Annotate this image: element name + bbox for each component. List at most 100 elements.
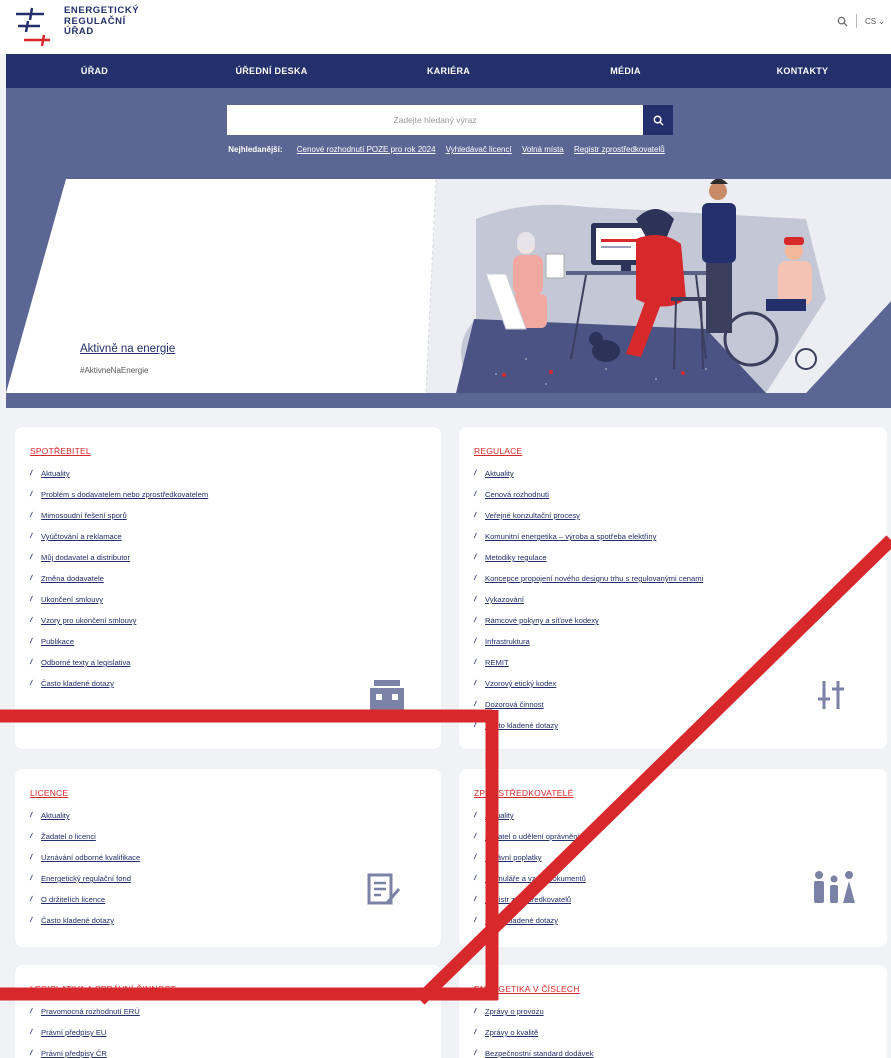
nav-item-media[interactable]: MÉDIA [537, 54, 714, 88]
list-item[interactable]: / Registr zprostředkovatelů [473, 889, 586, 910]
link-text: Změna dodavatele [41, 574, 104, 583]
list-item[interactable]: / Komunitní energetika – výroba a spotřeb… [473, 526, 703, 547]
hero-illustration [6, 179, 891, 393]
nav-item-kariera[interactable]: KARIÉRA [360, 54, 537, 88]
list-item[interactable]: / Veřejné konzultační procesy [473, 505, 703, 526]
bullet-icon: / [29, 854, 33, 861]
list-item[interactable]: / Metodiky regulace [473, 547, 703, 568]
hero-title[interactable]: Aktivně na energie [80, 343, 175, 355]
card-link-list: / Aktuality / Cenová rozhodnutí / Veřejné k… [473, 463, 703, 736]
list-item[interactable]: / Pravomocná rozhodnutí ERÚ [29, 1001, 140, 1022]
list-item[interactable]: / Často kladené dotazy [473, 715, 703, 736]
link-text: Zprávy o provozu [485, 1007, 544, 1016]
list-item[interactable]: / Zprávy o kvalitě [473, 1022, 594, 1043]
popular-link[interactable]: Cenové rozhodnutí POZE pro rok 2024 [297, 145, 436, 154]
bullet-icon: / [29, 1050, 33, 1057]
link-text: Veřejné konzultační procesy [485, 511, 580, 520]
search-input[interactable] [227, 105, 643, 135]
language-switcher[interactable]: CS ⌄ [865, 17, 885, 26]
bullet-icon: / [473, 854, 477, 861]
link-text: Aktuality [41, 811, 70, 820]
card-title[interactable]: ENERGETIKA V ČÍSLECH [474, 984, 580, 994]
search-icon[interactable] [837, 16, 848, 27]
list-item[interactable]: / Rámcové pokyny a síťové kodexy [473, 610, 703, 631]
site-logo[interactable]: ENERGETICKÝ REGULAČNÍ ÚŘAD [14, 5, 139, 46]
card-link-list: / Zprávy o provozu / Zprávy o kvalitě / Bez… [473, 1001, 594, 1058]
list-item[interactable]: / Žadatel o licenci [29, 826, 140, 847]
link-text: Aktuality [41, 469, 70, 478]
link-text: Odborné texty a legislativa [41, 658, 131, 667]
popular-link[interactable]: Registr zprostředkovatelů [574, 145, 665, 154]
list-item[interactable]: / Odborné texty a legislativa [29, 652, 208, 673]
list-item[interactable]: / Právní předpisy ČR [29, 1043, 140, 1058]
popular-label: Nejhledanější: [228, 145, 283, 154]
link-text: Aktuality [485, 469, 514, 478]
card-title[interactable]: REGULACE [474, 446, 522, 456]
nav-item-urad[interactable]: ÚŘAD [6, 54, 183, 88]
list-item[interactable]: / Infrastruktura [473, 631, 703, 652]
list-item[interactable]: / Často kladené dotazy [29, 910, 140, 931]
list-item[interactable]: / Aktuality [29, 805, 140, 826]
list-item[interactable]: / Koncepce propojení nového designu trhu … [473, 568, 703, 589]
list-item[interactable]: / Často kladené dotazy [29, 673, 208, 694]
list-item[interactable]: / Cenová rozhodnutí [473, 484, 703, 505]
eru-logo-icon [16, 7, 50, 46]
list-item[interactable]: / Publikace [29, 631, 208, 652]
bullet-icon: / [29, 659, 33, 666]
search-band: Nejhledanější: Cenové rozhodnutí POZE pr… [6, 88, 891, 408]
list-item[interactable]: / Často kladené dotazy [473, 910, 586, 931]
bullet-icon: / [29, 638, 33, 645]
bullet-icon: / [29, 875, 33, 882]
list-item[interactable]: / Aktuality [29, 463, 208, 484]
list-item[interactable]: / Vyúčtování a reklamace [29, 526, 208, 547]
list-item[interactable]: / Právní předpisy EU [29, 1022, 140, 1043]
link-text: Cenová rozhodnutí [485, 490, 550, 499]
popular-link[interactable]: Vyhledávač licencí [446, 145, 512, 154]
link-text: Často kladené dotazy [485, 721, 559, 730]
search-button[interactable] [643, 105, 673, 135]
list-item[interactable]: / Bezpečnostní standard dodávek [473, 1043, 593, 1058]
link-text: Pravomocná rozhodnutí ERÚ [41, 1007, 140, 1016]
chevron-down-icon: ⌄ [878, 16, 885, 26]
popular-link[interactable]: Volná místa [522, 145, 564, 154]
card-title[interactable]: SPOTŘEBITEL [30, 446, 91, 456]
list-item[interactable]: / Formuláře a vzory dokumentů [473, 868, 586, 889]
bullet-icon: / [29, 896, 33, 903]
link-text: Infrastruktura [485, 637, 530, 646]
list-item[interactable]: / Mimosoudní řešení sporů [29, 505, 208, 526]
bullet-icon: / [473, 896, 477, 903]
bullet-icon: / [473, 875, 477, 882]
link-text: Rámcové pokyny a síťové kodexy [485, 616, 599, 625]
list-item[interactable]: / Zprávy o provozu [473, 1001, 594, 1022]
list-item[interactable]: / Vzorový etický kodex [473, 673, 703, 694]
list-item[interactable]: / Žadatel o udělení oprávnění [473, 826, 586, 847]
card-link-list: / Aktuality / Problém s dodavatelem nebo z… [29, 463, 208, 694]
bullet-icon: / [473, 812, 477, 819]
list-item[interactable]: / Vzory pro ukončení smlouvy [29, 610, 208, 631]
hero-banner[interactable]: Aktivně na energie #AktivneNaEnergie [6, 179, 891, 393]
list-item[interactable]: / Můj dodavatel a distributor [29, 547, 208, 568]
card-title[interactable]: ZPROSTŘEDKOVATELÉ [474, 788, 573, 798]
card-energetika-v-cislech: ENERGETIKA V ČÍSLECH / Zprávy o provozu /… [459, 965, 887, 1058]
nav-item-uredni-deska[interactable]: ÚŘEDNÍ DESKA [183, 54, 360, 88]
list-item[interactable]: / Ukončení smlouvy [29, 589, 208, 610]
list-item[interactable]: / REMIT [473, 652, 703, 673]
list-item[interactable]: / Problém s dodavatelem nebo zprostředkov… [29, 484, 208, 505]
link-text: Mimosoudní řešení sporů [41, 511, 127, 520]
nav-item-kontakty[interactable]: KONTAKTY [714, 54, 891, 88]
site-header: ENERGETICKÝ REGULAČNÍ ÚŘAD CS ⌄ [0, 0, 891, 54]
card-title[interactable]: LEGISLATIVA A SPRÁVNÍ ČINNOST [30, 984, 176, 994]
list-item[interactable]: / Správní poplatky [473, 847, 586, 868]
list-item[interactable]: / Vykazování [473, 589, 703, 610]
list-item[interactable]: / Energetický regulační fond [29, 868, 140, 889]
link-text: REMIT [485, 658, 509, 667]
list-item[interactable]: / Změna dodavatele [29, 568, 208, 589]
card-link-list: / Pravomocná rozhodnutí ERÚ / Právní předp… [29, 1001, 140, 1058]
list-item[interactable]: / Aktuality [473, 805, 586, 826]
bullet-icon: / [29, 470, 33, 477]
list-item[interactable]: / Dozorová činnost [473, 694, 703, 715]
card-title[interactable]: LICENCE [30, 788, 68, 798]
list-item[interactable]: / Uznávání odborné kvalifikace [29, 847, 140, 868]
list-item[interactable]: / Aktuality [473, 463, 703, 484]
list-item[interactable]: / O držitelích licence [29, 889, 140, 910]
